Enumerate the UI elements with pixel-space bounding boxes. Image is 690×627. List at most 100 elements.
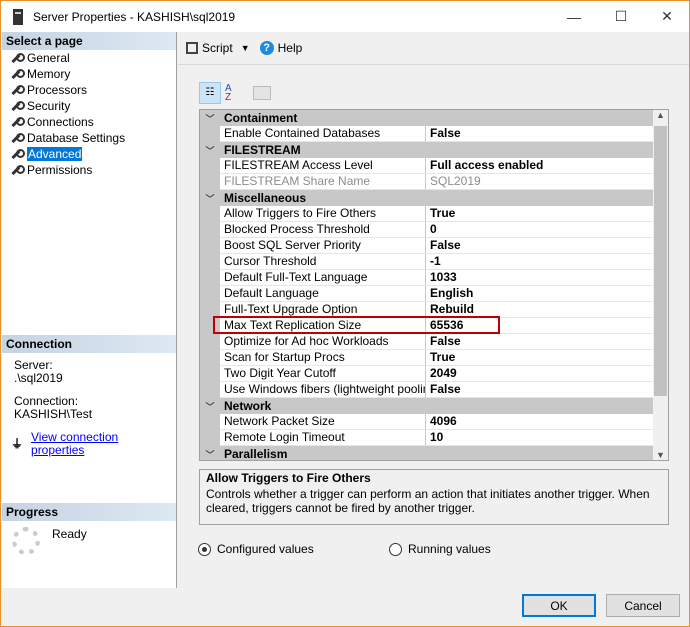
category-label: Containment (224, 111, 298, 125)
property-name: Default Language (220, 286, 426, 302)
server-value: .\sql2019 (14, 371, 63, 385)
row-gutter (200, 126, 220, 142)
property-row[interactable]: Blocked Process Threshold 0 (200, 222, 668, 238)
category-network[interactable]: ﹀ Network (200, 398, 668, 414)
property-value[interactable]: 2049 (426, 366, 668, 382)
row-gutter (200, 254, 220, 270)
row-gutter (200, 206, 220, 222)
category-filestream[interactable]: ﹀ FILESTREAM (200, 142, 668, 158)
property-name: Remote Login Timeout (220, 430, 426, 446)
property-row[interactable]: Enable Contained Databases False (200, 126, 668, 142)
property-row[interactable]: Use Windows fibers (lightweight pooling)… (200, 382, 668, 398)
property-row[interactable]: Default Full-Text Language 1033 (200, 270, 668, 286)
radio-configured-indicator[interactable] (198, 542, 211, 556)
property-value[interactable]: 0 (426, 222, 668, 238)
property-row[interactable]: Optimize for Ad hoc Workloads False (200, 334, 668, 350)
main-panel: Script ▼ ? Help ☷ AZ ﹀ Containment Enable … (178, 32, 689, 588)
minimize-button[interactable]: — (551, 1, 597, 32)
sidebar-item-general[interactable]: General (2, 50, 176, 66)
property-row[interactable]: FILESTREAM Share Name SQL2019 (200, 174, 668, 190)
row-gutter (200, 414, 220, 430)
maximize-button[interactable]: ☐ (598, 1, 644, 32)
category-label: Miscellaneous (224, 191, 307, 205)
sidebar-item-connections[interactable]: Connections (2, 114, 176, 130)
cancel-button[interactable]: Cancel (606, 594, 680, 617)
sidebar-item-database-settings[interactable]: Database Settings (2, 130, 176, 146)
property-value[interactable]: 1033 (426, 270, 668, 286)
property-value[interactable]: False (426, 126, 668, 142)
server-properties-window: Server Properties - KASHISH\sql2019 — ☐ … (0, 0, 690, 627)
property-name: Blocked Process Threshold (220, 222, 426, 238)
property-row[interactable]: Cursor Threshold -1 (200, 254, 668, 270)
radio-running-indicator[interactable] (389, 542, 402, 556)
property-value[interactable]: Full access enabled (426, 158, 668, 174)
title-bar: Server Properties - KASHISH\sql2019 — ☐ … (1, 1, 689, 32)
running-values-radio[interactable]: Running values (389, 542, 491, 556)
wrench-icon (10, 132, 25, 144)
sidebar-item-advanced[interactable]: Advanced (2, 146, 176, 162)
property-row[interactable]: Network Packet Size 4096 (200, 414, 668, 430)
property-value[interactable]: True (426, 350, 668, 366)
sidebar-item-permissions[interactable]: Permissions (2, 162, 176, 178)
configured-values-radio[interactable]: Configured values (198, 542, 314, 556)
script-dropdown-icon[interactable]: ▼ (241, 43, 250, 53)
property-name: Allow Triggers to Fire Others (220, 206, 426, 222)
property-row[interactable]: Default Language English (200, 286, 668, 302)
ok-button[interactable]: OK (522, 594, 596, 617)
scroll-thumb[interactable] (654, 126, 667, 396)
property-value[interactable]: SQL2019 (426, 174, 668, 190)
property-value[interactable]: English (426, 286, 668, 302)
collapse-chevron-icon[interactable]: ﹀ (200, 190, 220, 206)
property-value[interactable]: 4096 (426, 414, 668, 430)
row-gutter (200, 366, 220, 382)
collapse-chevron-icon[interactable]: ﹀ (200, 398, 220, 414)
property-row[interactable]: Two Digit Year Cutoff 2049 (200, 366, 668, 382)
sidebar-item-memory[interactable]: Memory (2, 66, 176, 82)
property-name: Two Digit Year Cutoff (220, 366, 426, 382)
property-grid[interactable]: ﹀ Containment Enable Contained Databases Fa… (199, 109, 669, 461)
collapse-chevron-icon[interactable]: ﹀ (200, 446, 220, 460)
property-row[interactable]: Allow Triggers to Fire Others True (200, 206, 668, 222)
sidebar-item-label: Connections (27, 115, 94, 129)
property-name: Network Packet Size (220, 414, 426, 430)
property-name: Default Full-Text Language (220, 270, 426, 286)
sidebar-item-processors[interactable]: Processors (2, 82, 176, 98)
property-value[interactable]: False (426, 238, 668, 254)
left-panel: Select a page General Memory Processors Sec… (2, 32, 177, 588)
property-value[interactable]: False (426, 382, 668, 398)
window-title: Server Properties - KASHISH\sql2019 (33, 9, 236, 24)
progress-header: Progress (2, 503, 176, 521)
property-row[interactable]: Scan for Startup Procs True (200, 350, 668, 366)
scroll-down-icon[interactable]: ▼ (653, 450, 668, 460)
scroll-up-icon[interactable]: ▲ (653, 110, 668, 120)
property-value[interactable]: True (426, 206, 668, 222)
property-row[interactable]: Boost SQL Server Priority False (200, 238, 668, 254)
close-button[interactable]: ✕ (644, 1, 690, 32)
toolbar: Script ▼ ? Help (178, 32, 689, 65)
property-value[interactable]: 10 (426, 430, 668, 446)
page-nav: General Memory Processors Security Connectio… (2, 50, 176, 178)
view-connection-properties-link[interactable]: View connection properties (31, 431, 164, 457)
script-button[interactable]: Script (202, 41, 233, 55)
category-parallelism[interactable]: ﹀ Parallelism (200, 446, 668, 460)
alphabetical-sort-button[interactable]: AZ (225, 84, 243, 103)
wrench-icon (10, 100, 25, 112)
category-miscellaneous[interactable]: ﹀ Miscellaneous (200, 190, 668, 206)
row-gutter (200, 430, 220, 446)
categorized-view-button[interactable]: ☷ (199, 82, 221, 104)
sidebar-item-security[interactable]: Security (2, 98, 176, 114)
wrench-icon (10, 68, 25, 80)
property-row[interactable]: FILESTREAM Access Level Full access enabl… (200, 158, 668, 174)
grid-scrollbar[interactable]: ▲ ▼ (653, 110, 668, 460)
row-gutter (200, 174, 220, 190)
collapse-chevron-icon[interactable]: ﹀ (200, 110, 220, 126)
collapse-chevron-icon[interactable]: ﹀ (200, 142, 220, 158)
property-value[interactable]: -1 (426, 254, 668, 270)
property-value[interactable]: False (426, 334, 668, 350)
property-row[interactable]: Remote Login Timeout 10 (200, 430, 668, 446)
help-button[interactable]: Help (278, 41, 303, 55)
row-gutter (200, 350, 220, 366)
configured-values-label: Configured values (217, 542, 314, 556)
category-containment[interactable]: ﹀ Containment (200, 110, 668, 126)
property-pages-button[interactable] (253, 86, 271, 100)
